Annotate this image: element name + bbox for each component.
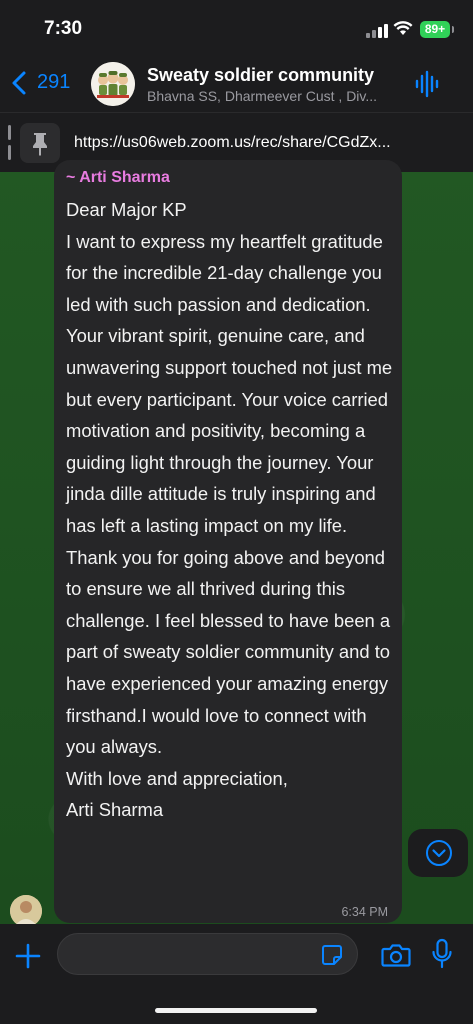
pinned-position-indicator xyxy=(8,125,11,161)
plus-icon[interactable] xyxy=(14,942,42,970)
sender-name[interactable]: ~ Arti Sharma xyxy=(66,169,170,187)
group-avatar[interactable] xyxy=(91,62,135,106)
pin-icon-box[interactable] xyxy=(20,123,60,163)
sticker-icon[interactable] xyxy=(320,943,344,967)
chat-screen: 7:30 89+ 291 Sweaty soldier community Bh… xyxy=(0,0,473,1024)
wifi-icon xyxy=(393,21,413,35)
audio-wave-icon[interactable] xyxy=(414,70,440,98)
message-text: Dear Major KP I want to express my heart… xyxy=(66,199,393,821)
signal-strength-icon xyxy=(366,24,388,38)
message-input[interactable] xyxy=(57,933,358,975)
soldiers-avatar-icon xyxy=(91,62,135,106)
pinned-message-link[interactable]: https://us06web.zoom.us/rec/share/CGdZx.… xyxy=(74,134,466,152)
scroll-to-bottom-button[interactable] xyxy=(408,829,468,877)
pin-icon xyxy=(33,133,47,156)
battery-indicator: 89+ xyxy=(420,21,454,38)
sender-avatar[interactable] xyxy=(10,895,42,927)
message-bubble[interactable]: ~ Arti Sharma Dear Major KP I want to ex… xyxy=(54,160,402,923)
camera-icon[interactable] xyxy=(381,942,411,968)
status-bar: 7:30 89+ xyxy=(0,0,473,56)
microphone-icon[interactable] xyxy=(431,938,453,970)
chevron-left-icon[interactable] xyxy=(10,70,28,96)
chevron-down-circle-icon xyxy=(426,840,452,866)
status-time: 7:30 xyxy=(44,18,83,39)
back-button-unread-count[interactable]: 291 xyxy=(37,71,70,94)
group-members-subtitle[interactable]: Bhavna SS, Dharmeever Cust , Div... xyxy=(147,88,397,104)
person-avatar-icon xyxy=(10,895,42,927)
message-timestamp: 6:34 PM xyxy=(341,905,388,919)
group-title[interactable]: Sweaty soldier community xyxy=(147,65,374,86)
home-indicator[interactable] xyxy=(155,1008,317,1013)
chat-header: 291 Sweaty soldier community Bhavna SS, … xyxy=(0,56,473,112)
